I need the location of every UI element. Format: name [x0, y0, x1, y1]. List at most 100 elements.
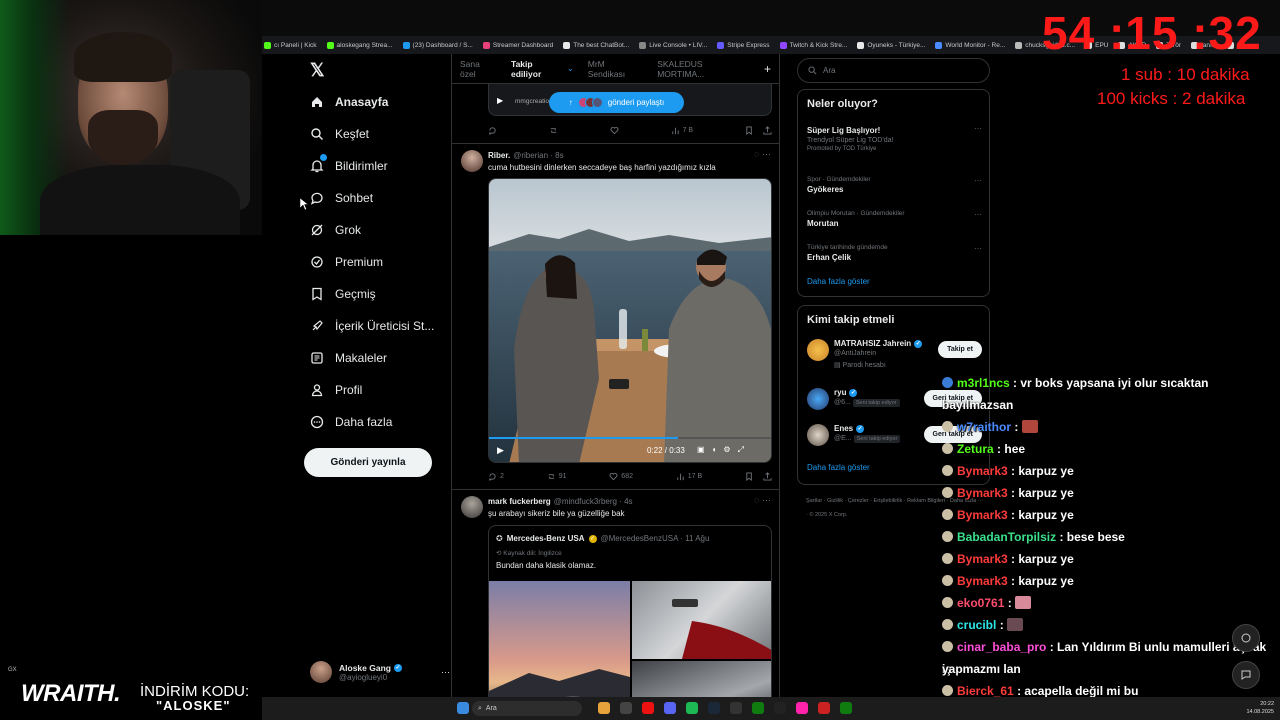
views-button[interactable]: 17 B — [676, 472, 702, 481]
share-icon[interactable] — [763, 472, 772, 481]
game-bar-icon[interactable] — [840, 702, 852, 714]
bookmark-item[interactable]: The best ChatBot... — [563, 41, 629, 49]
more-icon[interactable]: ◌ ··· — [754, 149, 771, 159]
views-count[interactable]: 7 B — [671, 126, 693, 135]
settings-icon[interactable] — [1232, 624, 1260, 652]
windows-start-icon[interactable] — [457, 702, 469, 714]
x-logo-icon[interactable]: 𝕏 — [310, 60, 325, 81]
bookmark-item[interactable]: World Monitor - Re... — [935, 41, 1005, 49]
more-icon[interactable]: ··· — [974, 176, 982, 185]
bookmark-item[interactable]: Oyuneks - Türkiye... — [857, 41, 925, 49]
avatar[interactable] — [461, 150, 483, 172]
chat-username[interactable]: Bymark3 — [957, 486, 1008, 500]
nav-item-premium[interactable]: Premium — [310, 252, 383, 272]
trend-item[interactable]: Spor · Gündemdekiler Gyökeres ··· — [807, 176, 982, 194]
follow-suggestion[interactable]: MATRAHSIZ Jahrein ✓ @AntiJahrein ▤ Parodi h… — [807, 339, 982, 369]
repost-icon[interactable] — [549, 126, 558, 135]
system-clock[interactable]: 20:22 14.08.2025 — [1246, 700, 1274, 716]
search-input[interactable]: Ara — [797, 58, 990, 83]
nav-item-i-çerik-üreticisi-st-[interactable]: İçerik Üreticisi St... — [310, 316, 434, 336]
chat-username[interactable]: BabadanTorpilsiz — [957, 530, 1056, 544]
spotify-icon[interactable] — [686, 702, 698, 714]
obs-icon[interactable] — [818, 702, 830, 714]
terminal-icon[interactable] — [620, 702, 632, 714]
captions-icon[interactable]: ▣ — [697, 445, 712, 454]
avatar[interactable] — [807, 424, 829, 446]
trend-item[interactable]: Süper Lig Başlıyor! Trendyol Süper Lig TO… — [807, 124, 982, 152]
bookmark-item[interactable]: Stripe Express — [717, 41, 770, 49]
fullscreen-icon[interactable]: ⤢ — [738, 445, 751, 454]
avatar[interactable] — [807, 339, 829, 361]
reply-icon[interactable] — [488, 126, 497, 135]
trend-item[interactable]: Olimpiu Morutan · Gündemdekiler Morutan ··… — [807, 210, 982, 228]
reply-button[interactable]: 2 — [488, 472, 504, 481]
post-2[interactable]: mark fuckerberg @mindfuck3rberg · 4s ◌ ··… — [452, 490, 779, 720]
chat-username[interactable]: Bymark3 — [957, 464, 1008, 478]
car-image-2[interactable] — [632, 581, 771, 659]
nav-item-sohbet[interactable]: Sohbet — [310, 188, 373, 208]
chrome-icon[interactable] — [796, 702, 808, 714]
more-icon[interactable]: ··· — [441, 667, 450, 677]
more-icon[interactable]: ··· — [974, 210, 982, 219]
bookmark-icon[interactable] — [745, 472, 754, 481]
trend-item[interactable]: Türkiye tarihinde gündemde Erhan Çelik ··· — [807, 244, 982, 262]
chat-username[interactable]: w7raithor — [957, 420, 1011, 434]
chat-username[interactable]: eko0761 — [957, 596, 1004, 610]
nav-item-profil[interactable]: Profil — [310, 380, 362, 400]
nav-item-makaleler[interactable]: Makaleler — [310, 348, 387, 368]
chat-username[interactable]: Bierck_61 — [957, 684, 1014, 698]
follow-button[interactable]: Takip et — [938, 341, 982, 358]
chat-username[interactable]: crucibl — [957, 618, 996, 632]
chevron-down-icon[interactable]: ⌄ — [567, 64, 574, 73]
repost-button[interactable]: 91 — [547, 472, 567, 481]
account-switcher[interactable]: Aloske Gang ✓ @ayioglueyi0 ··· — [310, 658, 450, 686]
chat-bubble-icon[interactable] — [1232, 661, 1260, 689]
more-icon[interactable]: ··· — [974, 124, 982, 133]
wtf-show-more[interactable]: Daha fazla göster — [807, 463, 870, 472]
tab-3[interactable]: SKALEDUS MORTIMA... — [657, 59, 750, 79]
bookmark-item[interactable]: (23) Dashboard / S... — [402, 41, 473, 49]
more-icon[interactable]: ··· — [974, 244, 982, 253]
post-1[interactable]: Riber. @riberian · 8s ◌ ··· cuma hutbesin… — [452, 144, 779, 490]
new-posts-toast[interactable]: ↑ gönderi paylaştı — [549, 92, 684, 113]
tab-0[interactable]: Sana özel — [460, 59, 497, 79]
quote-tweet[interactable]: ✪ Mercedes-Benz USA ✓ @MercedesBenzUSA ·… — [488, 525, 772, 720]
xbox-icon[interactable] — [752, 702, 764, 714]
bookmark-item[interactable]: aloskegang Strea... — [326, 41, 393, 49]
avatar[interactable] — [807, 388, 829, 410]
folder-icon[interactable] — [598, 702, 610, 714]
chat-username[interactable]: Bymark3 — [957, 574, 1008, 588]
discord-icon[interactable] — [664, 702, 676, 714]
settings-icon[interactable]: ⚙ — [723, 445, 737, 454]
bookmark-share-icons[interactable] — [745, 126, 772, 135]
chat-username[interactable]: Bymark3 — [957, 552, 1008, 566]
post-author[interactable]: mark fuckerberg — [488, 497, 551, 506]
add-tab-button[interactable]: + — [764, 62, 771, 76]
bookmark-item[interactable]: Streamer Dashboard — [482, 41, 553, 49]
video-progress-track[interactable] — [489, 437, 771, 439]
nav-item-grok[interactable]: Grok — [310, 220, 361, 240]
avatar[interactable] — [461, 496, 483, 518]
post-video[interactable]: ▶ 0:22 / 0:33 ▣◖⚙⤢ — [488, 178, 772, 463]
nav-item-keşfet[interactable]: Keşfet — [310, 124, 369, 144]
nav-item-geçmiş[interactable]: Geçmiş — [310, 284, 376, 304]
bookmark-item[interactable]: cı Paneli | Kick — [264, 41, 317, 49]
volume-icon[interactable]: ◖ — [712, 445, 724, 454]
nav-item-daha-fazla[interactable]: Daha fazla — [310, 412, 392, 432]
chat-username[interactable]: Zetura — [957, 442, 994, 456]
like-button[interactable]: 682 — [609, 472, 633, 481]
steam-icon[interactable] — [708, 702, 720, 714]
more-icon[interactable]: ◌ ··· — [754, 495, 771, 505]
taskbar-search[interactable]: ⌕ Ara — [472, 701, 582, 716]
chat-username[interactable]: m3rl1ncs — [957, 376, 1010, 390]
chat-username[interactable]: Bymark3 — [957, 508, 1008, 522]
post-author[interactable]: Riber. — [488, 151, 510, 160]
epic-games-icon[interactable] — [730, 702, 742, 714]
nav-item-anasayfa[interactable]: Anasayfa — [310, 92, 388, 112]
play-icon[interactable]: ▶ — [497, 445, 504, 456]
play-icon[interactable]: ▶ — [497, 96, 503, 105]
capcut-icon[interactable] — [774, 702, 786, 714]
bookmark-item[interactable]: Twitch & Kick Stre... — [779, 41, 847, 49]
post-button[interactable]: Gönderi yayınla — [304, 448, 432, 477]
like-icon[interactable] — [610, 126, 619, 135]
